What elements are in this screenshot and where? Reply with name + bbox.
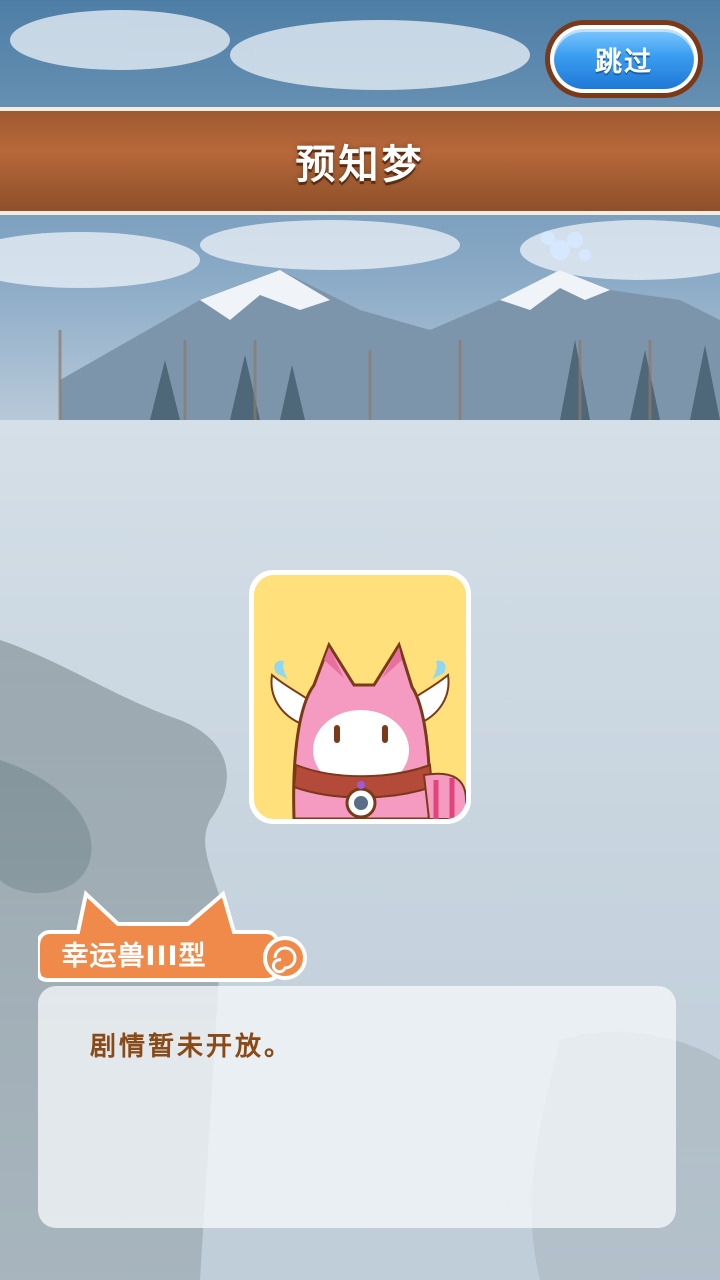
lucky-beast-portrait [270,641,466,819]
skip-button[interactable]: 跳过 [545,20,703,98]
character-portrait [249,570,471,824]
skip-button-frame: 跳过 [550,25,698,93]
dialog-box[interactable]: 剧情暂未开放。 [38,986,676,1228]
portrait-frame [254,575,466,819]
speaker-name: 幸运兽III型 [61,940,207,972]
title-banner: 预知梦 [0,107,720,215]
swirl-tail-icon [263,936,307,980]
skip-button-label: 跳过 [554,29,694,89]
page-title: 预知梦 [295,142,425,188]
dialog-text: 剧情暂未开放。 [90,1032,294,1062]
